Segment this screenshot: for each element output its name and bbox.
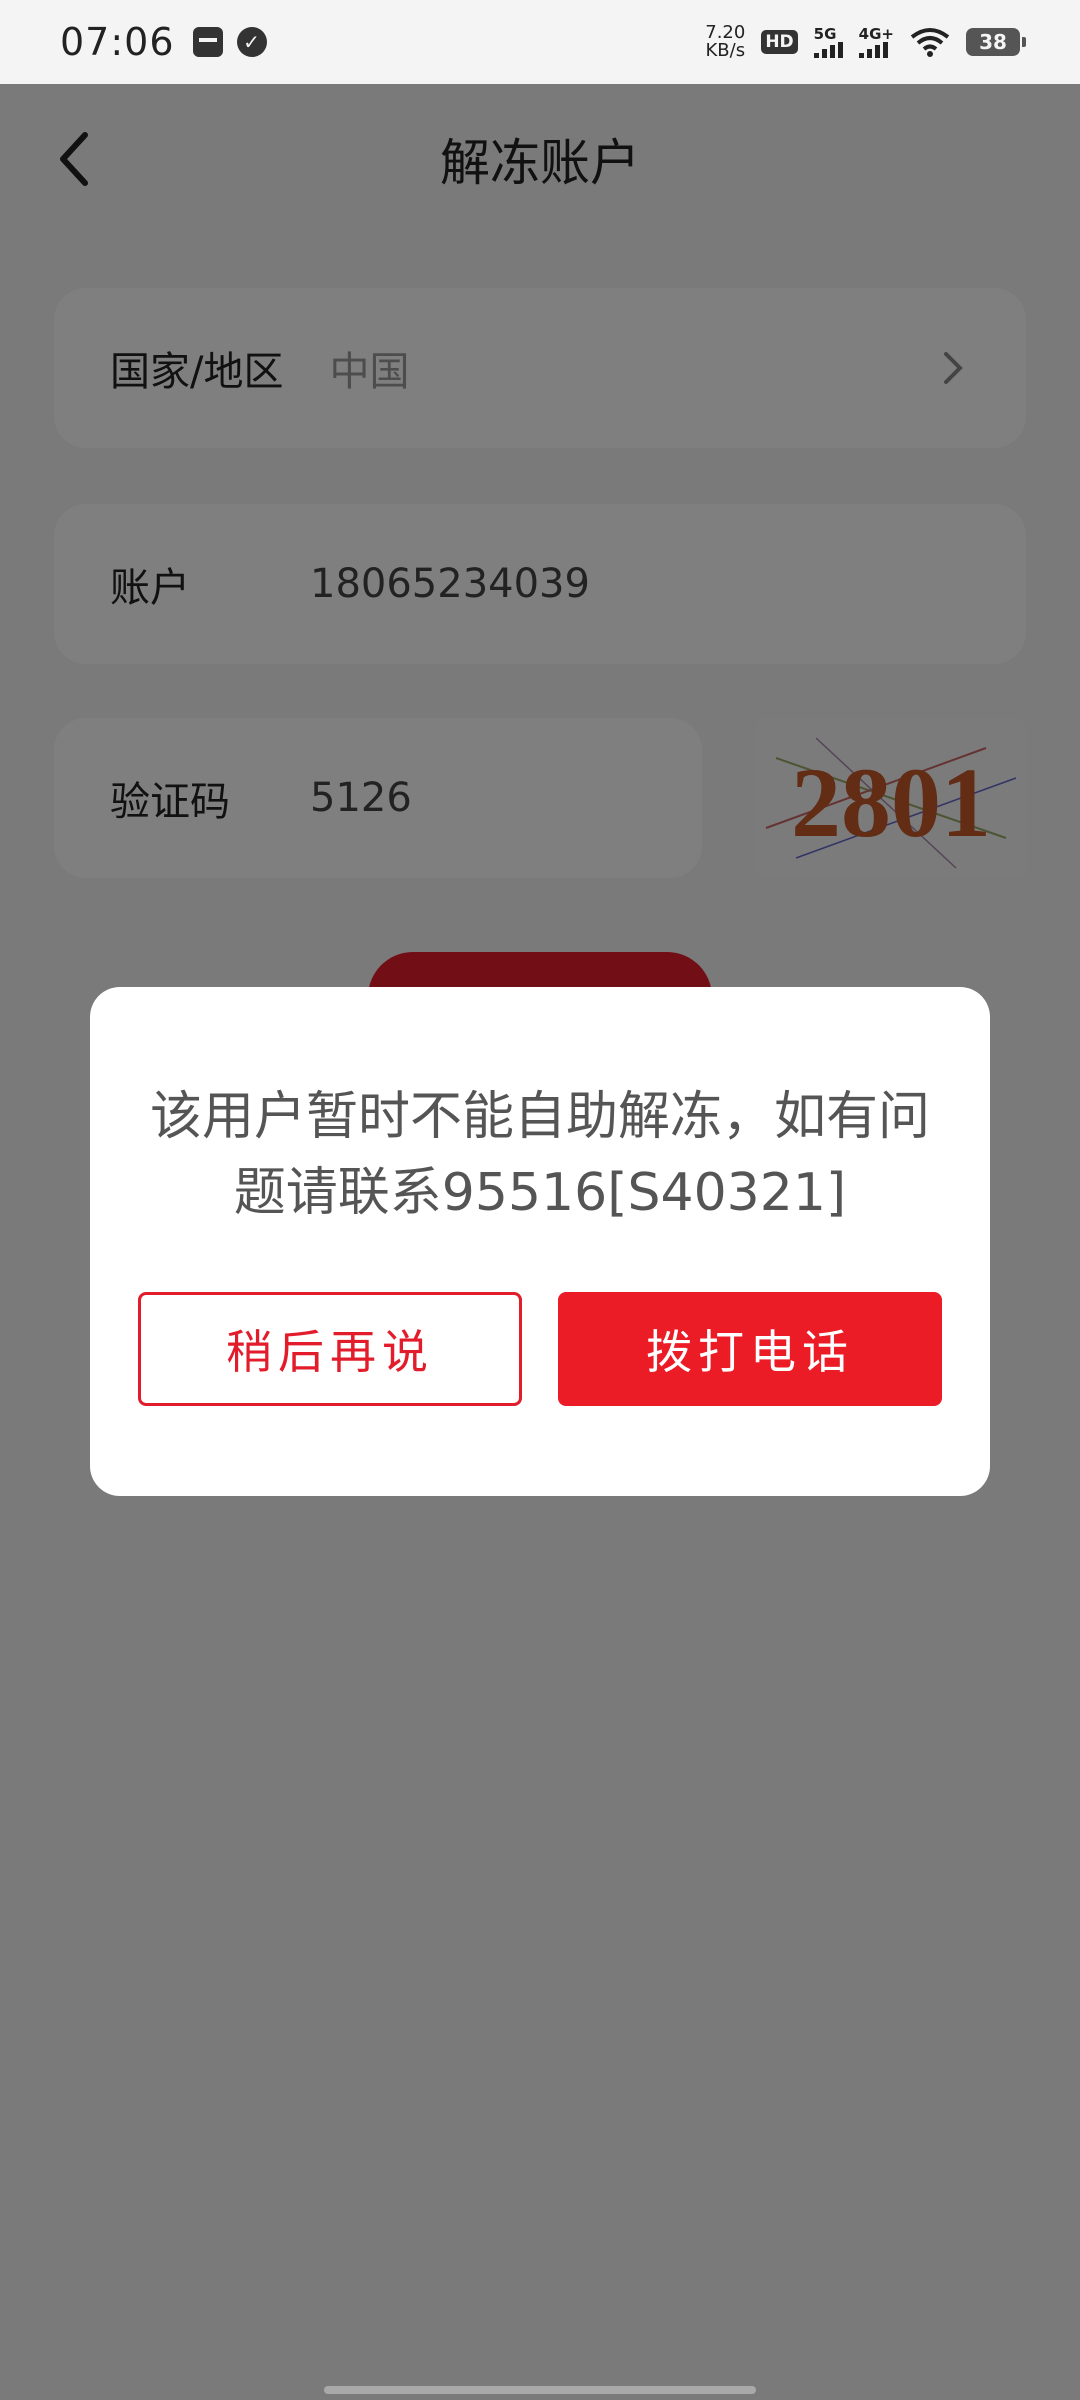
status-time: 07:06 bbox=[60, 20, 175, 64]
hd-icon: HD bbox=[761, 30, 798, 54]
dialog-message: 该用户暂时不能自助解冻，如有问题请联系95516[S40321] bbox=[150, 1087, 931, 1223]
network-speed: 7.20 KB/s bbox=[705, 24, 745, 60]
signal-4g-label: 4G+ bbox=[858, 24, 894, 43]
signal-5g-label: 5G bbox=[813, 24, 837, 43]
status-bar: 07:06 ✓ 7.20 KB/s HD 5G 4G+ 38 bbox=[0, 0, 1080, 84]
later-button[interactable]: 稍后再说 bbox=[138, 1292, 522, 1406]
signal-4g-icon: 4G+ bbox=[858, 24, 894, 58]
alert-dialog: 该用户暂时不能自助解冻，如有问题请联系95516[S40321] 稍后再说 拨打… bbox=[90, 987, 990, 1496]
battery-icon: 38 bbox=[966, 28, 1026, 56]
network-speed-unit: KB/s bbox=[705, 40, 746, 61]
call-button[interactable]: 拨打电话 bbox=[558, 1292, 942, 1406]
wifi-icon bbox=[910, 28, 950, 57]
notification-box-icon bbox=[192, 27, 223, 57]
home-indicator[interactable] bbox=[324, 2386, 756, 2394]
signal-5g-icon: 5G bbox=[813, 24, 843, 58]
check-circle-icon: ✓ bbox=[236, 27, 267, 57]
